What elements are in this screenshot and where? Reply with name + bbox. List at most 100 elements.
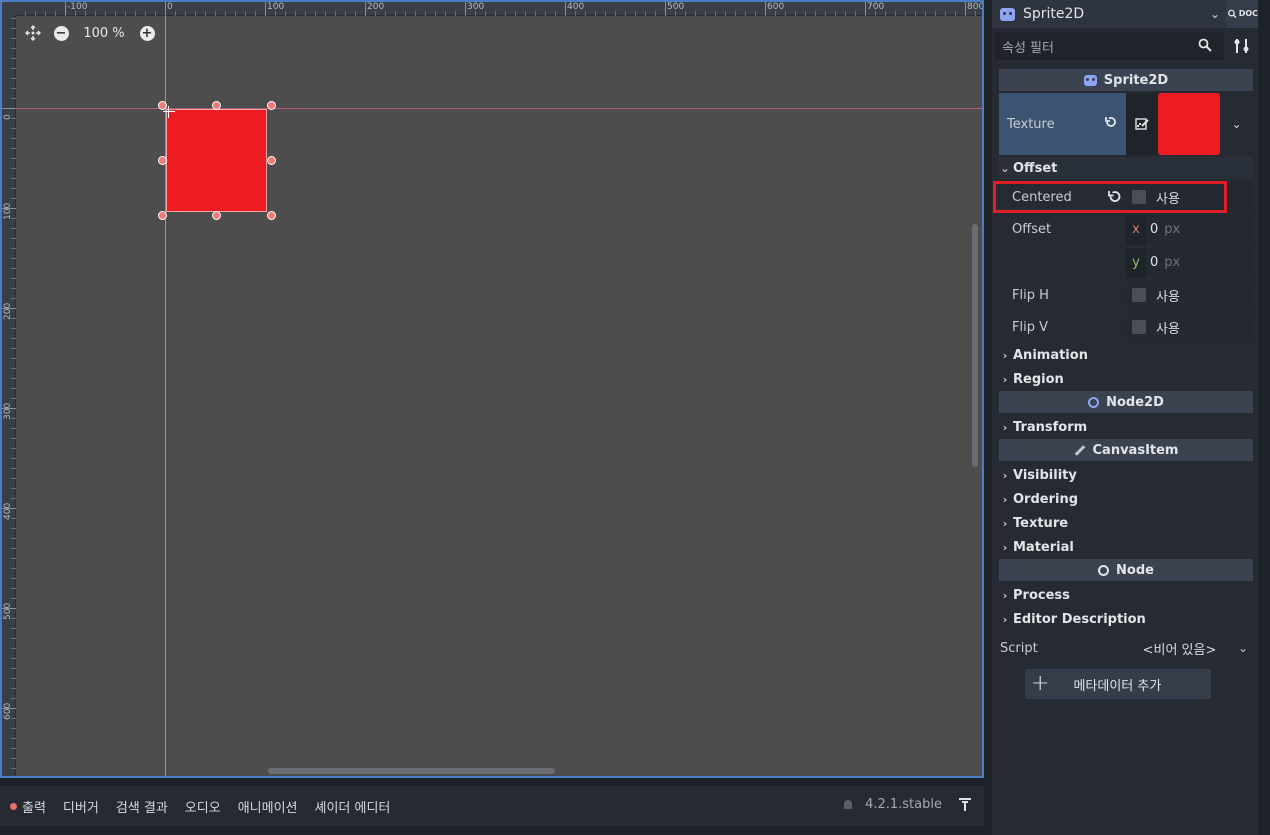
chevron-down-icon[interactable]: ⌄ <box>1210 7 1220 21</box>
zoom-out-button[interactable]: − <box>52 24 70 42</box>
category-material[interactable]: › Material <box>999 535 1253 559</box>
inspector-header[interactable]: Sprite2D ⌄ DOC <box>992 0 1258 28</box>
resize-handle-t[interactable] <box>212 101 221 110</box>
section-title: Sprite2D <box>1103 72 1169 88</box>
property-script: Script <비어 있음> ⌄ <box>999 633 1253 663</box>
ruler-minor-tick <box>11 518 16 519</box>
property-offset-x: Offset x 0 px <box>999 213 1253 246</box>
flip-v-checkbox[interactable]: 사용 <box>1126 313 1253 341</box>
ruler-minor-tick <box>11 258 16 259</box>
ruler-minor-tick <box>11 288 16 289</box>
flip-h-checkbox[interactable]: 사용 <box>1126 281 1253 309</box>
tab-search-results[interactable]: 검색 결과 <box>116 797 168 816</box>
section-node2d[interactable]: Node2D <box>999 391 1253 413</box>
section-node[interactable]: Node <box>999 559 1253 581</box>
ruler-minor-tick <box>255 11 256 16</box>
tools-icon[interactable] <box>1232 36 1252 56</box>
script-value[interactable]: <비어 있음> <box>1126 639 1233 658</box>
zoom-in-button[interactable]: + <box>138 24 156 42</box>
ruler-minor-tick <box>455 11 456 16</box>
tab-animation[interactable]: 애니메이션 <box>238 797 298 816</box>
ruler-minor-tick <box>605 11 606 16</box>
ruler-minor-tick <box>11 168 16 169</box>
doc-button[interactable]: DOC <box>1226 0 1258 28</box>
ruler-minor-tick <box>11 198 16 199</box>
category-title: Texture <box>1013 515 1069 531</box>
canvasitem-icon <box>1074 444 1085 456</box>
ruler-minor-tick <box>11 638 16 639</box>
sprite-node[interactable] <box>166 109 267 212</box>
category-transform[interactable]: › Transform <box>999 415 1253 439</box>
group-offset[interactable]: ⌄ Offset <box>999 157 1253 179</box>
ruler-minor-tick <box>11 248 16 249</box>
pivot-cross[interactable] <box>163 106 175 118</box>
ruler-minor-tick <box>11 48 16 49</box>
chevron-right-icon: › <box>1002 588 1008 602</box>
center-view-icon[interactable] <box>24 24 42 42</box>
category-animation[interactable]: › Animation <box>999 343 1253 367</box>
tab-debugger[interactable]: 디버거 <box>63 797 99 816</box>
ruler-minor-tick <box>545 11 546 16</box>
tab-output[interactable]: 출력 <box>10 797 46 816</box>
ruler-minor-tick <box>11 368 16 369</box>
ruler-tick <box>865 2 866 16</box>
category-title: Transform <box>1013 419 1088 435</box>
expand-panel-icon[interactable] <box>958 798 972 812</box>
ruler-minor-tick <box>535 11 536 16</box>
ruler-minor-tick <box>11 658 16 659</box>
offset-x-field[interactable]: x 0 px <box>1126 214 1253 245</box>
ruler-minor-tick <box>11 458 16 459</box>
resize-handle-bl[interactable] <box>158 211 167 220</box>
property-label: Script <box>1000 640 1038 656</box>
offset-y-field[interactable]: y 0 px <box>1126 247 1253 278</box>
ruler-label: 0 <box>167 2 173 12</box>
centered-checkbox[interactable]: 사용 <box>1126 183 1253 211</box>
bell-icon[interactable] <box>841 798 855 812</box>
tab-label: 출력 <box>22 800 46 816</box>
property-filter-input[interactable]: 속성 필터 <box>994 32 1224 60</box>
horizontal-scrollbar[interactable] <box>268 768 555 774</box>
ruler-minor-tick <box>715 11 716 16</box>
ruler-minor-tick <box>11 378 16 379</box>
chevron-down-icon[interactable]: ⌄ <box>1233 641 1253 655</box>
revert-icon[interactable] <box>1107 189 1122 204</box>
section-canvasitem[interactable]: CanvasItem <box>999 439 1253 461</box>
ruler-minor-tick <box>11 18 16 19</box>
category-editor-description[interactable]: › Editor Description <box>999 607 1253 631</box>
resize-handle-b[interactable] <box>212 211 221 220</box>
tab-shader-editor[interactable]: 셰이더 에디터 <box>315 797 391 816</box>
category-texture[interactable]: › Texture <box>999 511 1253 535</box>
ruler-minor-tick <box>11 668 16 669</box>
resize-handle-r[interactable] <box>267 156 276 165</box>
ruler-minor-tick <box>11 398 16 399</box>
chevron-down-icon: ⌄ <box>1231 117 1242 131</box>
ruler-minor-tick <box>615 11 616 16</box>
texture-edit-button[interactable] <box>1126 93 1158 155</box>
inspector-panel: Sprite2D ⌄ DOC 속성 필터 Sprite2D Texture ⌄ … <box>992 0 1258 835</box>
texture-preview[interactable] <box>1158 93 1220 155</box>
ruler-minor-tick <box>215 11 216 16</box>
section-sprite2d[interactable]: Sprite2D <box>999 69 1253 91</box>
category-visibility[interactable]: › Visibility <box>999 463 1253 487</box>
add-metadata-button[interactable]: + 메타데이터 추가 <box>1025 669 1211 699</box>
tab-audio[interactable]: 오디오 <box>185 797 221 816</box>
resize-handle-l[interactable] <box>158 156 167 165</box>
ruler-minor-tick <box>415 11 416 16</box>
category-region[interactable]: › Region <box>999 367 1253 391</box>
ruler-minor-tick <box>515 11 516 16</box>
zoom-level[interactable]: 100 % <box>80 26 128 41</box>
texture-dropdown[interactable]: ⌄ <box>1220 93 1253 155</box>
ruler-minor-tick <box>585 11 586 16</box>
ruler-minor-tick <box>11 558 16 559</box>
resize-handle-br[interactable] <box>267 211 276 220</box>
category-ordering[interactable]: › Ordering <box>999 487 1253 511</box>
ruler-left[interactable]: 0 100 200 300 400 500 600 <box>2 16 16 776</box>
category-process[interactable]: › Process <box>999 583 1253 607</box>
canvas-viewport[interactable]: -100 0 100 200 300 400 500 600 700 800 0 100 200 300… <box>0 0 984 778</box>
revert-icon[interactable] <box>1104 115 1118 129</box>
ruler-minor-tick <box>11 38 16 39</box>
vertical-scrollbar[interactable] <box>972 224 978 467</box>
ruler-top[interactable]: -100 0 100 200 300 400 500 600 700 800 <box>16 2 982 16</box>
ruler-minor-tick <box>385 11 386 16</box>
resize-handle-tr[interactable] <box>267 101 276 110</box>
